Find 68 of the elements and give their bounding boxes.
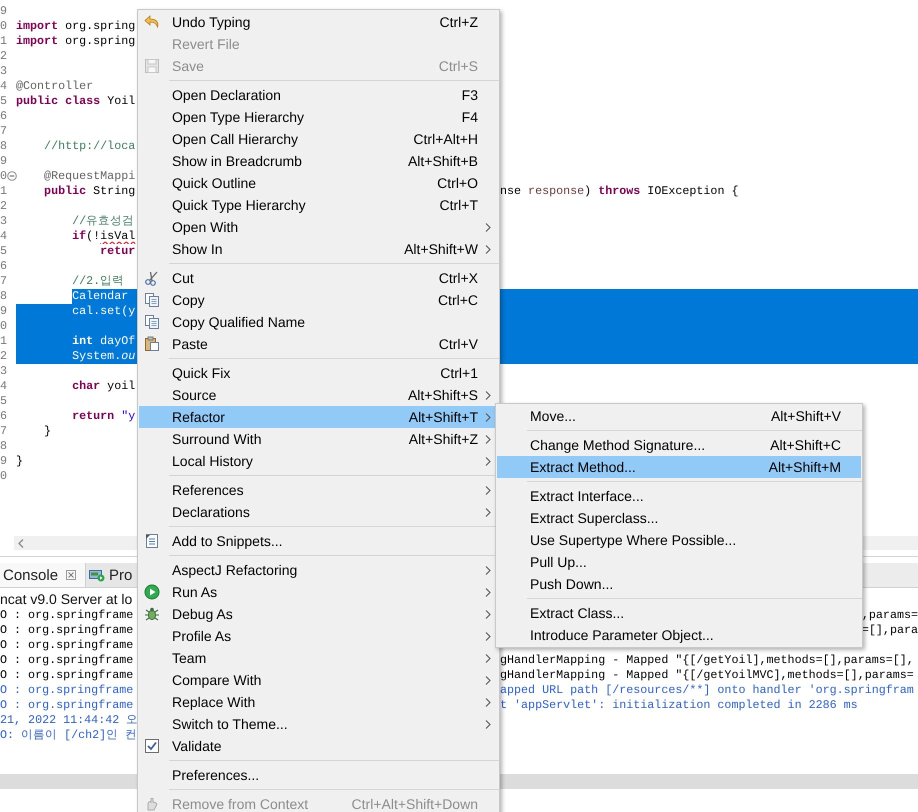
code-line: char yoil (71, 379, 136, 393)
code-line: import org.spring (16, 34, 136, 48)
code-line: int dayOf (71, 334, 136, 348)
console-line: t 'appServlet': initialization completed in 2286 ms (500, 698, 858, 713)
console-line: O: 이름이 [/ch2]인 컨 (0, 728, 138, 743)
line-number: 3 (0, 64, 8, 79)
console-line: O : org.springframe (0, 668, 134, 683)
line-number: 5 (0, 94, 8, 109)
line-number: 2 (0, 49, 8, 64)
console-line: 21, 2022 11:44:42 오 (0, 713, 138, 728)
console-line: gHandlerMapping - Mapped "{[/getYoil],methods=[],params=[], (500, 653, 914, 668)
line-number: 0 (0, 319, 8, 334)
line-number: 0 (0, 19, 8, 34)
console-line: O : org.springframe (0, 638, 134, 653)
line-number: 1 (0, 334, 8, 349)
code-line: import org.spring (16, 19, 136, 33)
console-line: O : org.springframe (0, 683, 134, 698)
line-number: 9 (0, 454, 8, 469)
line-number: 0 (0, 169, 8, 184)
code-line: } (16, 454, 24, 468)
console-line: O : org.springframe (0, 608, 134, 623)
line-number: 9 (0, 304, 8, 319)
console-line: gHandlerMapping - Mapped "{[/getYoilMVC],methods=[],params= (500, 668, 914, 683)
console-line: =[],para (862, 623, 918, 638)
code-line: //http://loca (43, 139, 136, 153)
line-number: 7 (0, 424, 8, 439)
line-number: 5 (0, 394, 8, 409)
line-number: 5 (0, 244, 8, 259)
code-line: public class Yoil (16, 94, 136, 108)
line-number: 4 (0, 79, 8, 94)
code-line: public String (43, 184, 136, 198)
line-number: 1 (0, 184, 8, 199)
line-number: 2 (0, 349, 8, 364)
code-line: if(!isVal (71, 229, 136, 243)
code-line: Calendar (71, 289, 128, 303)
console-line: apped URL path [/resources/**] onto handler 'org.springfram (500, 683, 914, 698)
line-number: 7 (0, 124, 8, 139)
line-number: 8 (0, 289, 8, 304)
line-number: 6 (0, 259, 8, 274)
line-number: 2 (0, 199, 8, 214)
console-line: ,params= (862, 608, 918, 623)
code-line: @RequestMappi (43, 169, 136, 183)
code-line: return "y (71, 409, 136, 423)
line-number: 9 (0, 4, 8, 19)
code-line: //2.입력 (71, 274, 124, 288)
console-title: ncat v9.0 Server at lo (0, 590, 132, 608)
line-number: 3 (0, 214, 8, 229)
console-line: O : org.springframe (0, 698, 134, 713)
code-line: retur (99, 244, 136, 258)
code-line: //유효성검 (71, 214, 134, 228)
line-number: 0 (0, 469, 8, 484)
line-number: 6 (0, 109, 8, 124)
code-line: System.ou (71, 349, 136, 363)
console-line: O : org.springframe (0, 623, 134, 638)
line-number: 8 (0, 139, 8, 154)
line-number: 4 (0, 379, 8, 394)
line-number: 9 (0, 154, 8, 169)
line-number: 1 (0, 34, 8, 49)
console-line: O : org.springframe (0, 653, 134, 668)
code-line: @Controller (16, 79, 94, 93)
line-number: 4 (0, 229, 8, 244)
line-number: 7 (0, 274, 8, 289)
code-line: cal.set(y (71, 304, 136, 318)
line-number: 6 (0, 409, 8, 424)
line-number: 3 (0, 364, 8, 379)
line-number: 8 (0, 439, 8, 454)
code-line: nse response) throws IOException { (500, 184, 740, 199)
code-line: } (43, 424, 52, 438)
